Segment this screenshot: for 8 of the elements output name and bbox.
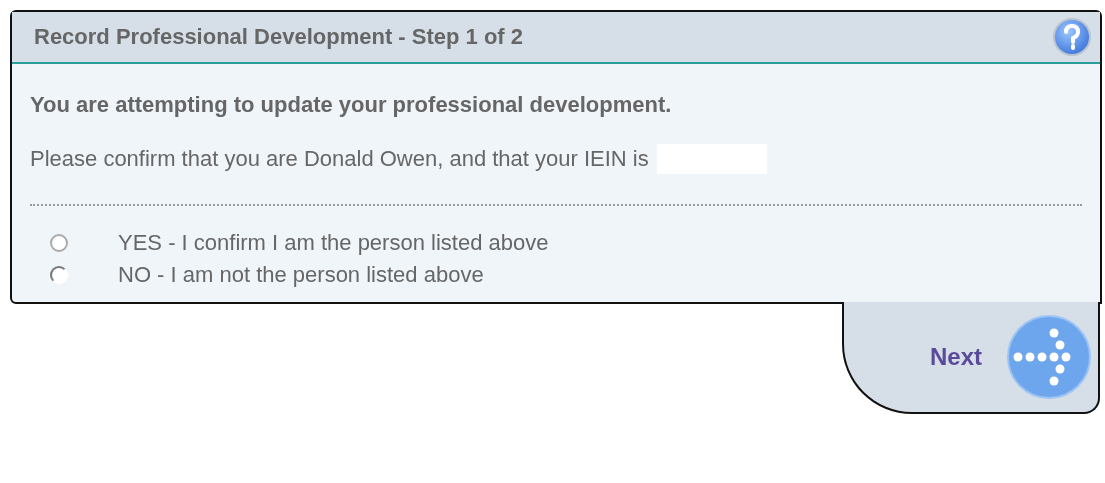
- intro-text: You are attempting to update your professional development.: [30, 92, 673, 118]
- option-label: YES - I confirm I am the person listed above: [118, 230, 549, 256]
- radio-button[interactable]: [50, 234, 68, 252]
- option-label: NO - I am not the person listed above: [118, 262, 484, 288]
- panel-title: Record Professional Development - Step 1 of 2: [34, 24, 523, 50]
- next-button[interactable]: Next: [929, 343, 982, 371]
- help-icon[interactable]: [1052, 17, 1092, 57]
- confirm-text: Please confirm that you are Donald Owen, and that your IEIN is: [30, 146, 649, 172]
